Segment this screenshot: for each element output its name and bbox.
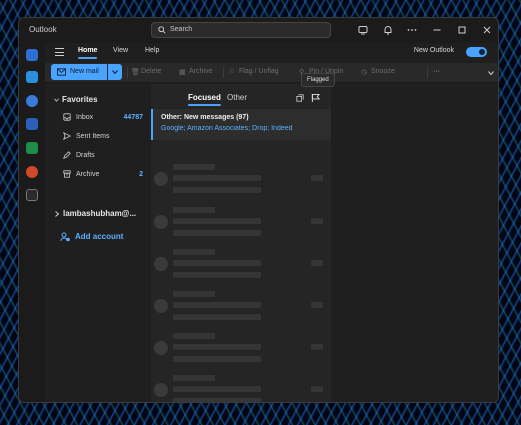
archive-icon: [63, 170, 71, 178]
message-subject: Other: New messages (97): [161, 114, 249, 121]
new-outlook-toggle[interactable]: [466, 47, 487, 57]
account-name[interactable]: lambashubham@...: [63, 209, 136, 218]
more-commands-button[interactable]: ···: [433, 68, 440, 75]
more-options-icon[interactable]: [407, 25, 417, 35]
ribbon-toolbar: New mail 🗑 Delete ▦ Archive ⚐ Flag / Unf…: [45, 63, 498, 83]
search-placeholder: Search: [170, 26, 193, 33]
ribbon-tab-bar: Home View Help New Outlook: [45, 43, 498, 63]
powerpoint-app-icon[interactable]: [26, 166, 38, 178]
envelope-icon: [57, 68, 66, 76]
new-mail-label: New mail: [70, 68, 99, 75]
archive-button[interactable]: Archive: [189, 68, 212, 75]
flag-icon: ⚐: [229, 69, 236, 76]
archive-ribbon-icon: ▦: [179, 69, 186, 76]
delete-icon: 🗑: [131, 69, 140, 76]
more-apps-icon[interactable]: [26, 189, 38, 201]
folder-label: Archive: [76, 171, 100, 178]
tab-focused[interactable]: Focused: [188, 93, 221, 106]
ribbon-divider: [127, 67, 128, 78]
delete-button[interactable]: Delete: [141, 68, 161, 75]
new-mail-dropdown[interactable]: [108, 64, 122, 80]
maximize-icon[interactable]: [457, 25, 467, 35]
loading-placeholder-row: [151, 246, 331, 286]
expand-ribbon-icon[interactable]: [488, 71, 494, 75]
ribbon-divider: [223, 67, 224, 78]
tab-view[interactable]: View: [113, 47, 128, 54]
new-mail-button[interactable]: New mail: [51, 64, 107, 80]
message-preview: Google; Amazon Associates; Drop; Indeed: [161, 125, 293, 132]
folder-label: Inbox: [76, 114, 94, 121]
reading-pane: [331, 84, 498, 402]
minimize-icon[interactable]: [432, 25, 442, 35]
loading-placeholder-row: [151, 330, 331, 370]
ribbon-divider: [427, 67, 428, 78]
folder-label: Drafts: [76, 152, 95, 159]
chevron-down-icon[interactable]: [54, 98, 59, 102]
send-icon: [63, 132, 71, 140]
search-box[interactable]: Search: [151, 22, 331, 38]
title-bar: Outlook Search: [19, 18, 498, 43]
outlook-window: Outlook Search Home View Help New Outloo…: [18, 17, 499, 403]
app-rail: [19, 43, 45, 402]
app-title: Outlook: [29, 25, 57, 34]
tab-home[interactable]: Home: [78, 47, 98, 59]
chevron-right-icon[interactable]: [55, 211, 59, 217]
tab-other[interactable]: Other: [227, 93, 247, 102]
meet-now-icon[interactable]: [358, 25, 368, 35]
unread-count: 44787: [123, 114, 143, 121]
excel-app-icon[interactable]: [26, 142, 38, 154]
new-outlook-label: New Outlook: [413, 47, 454, 54]
bell-icon[interactable]: [383, 25, 393, 35]
loading-placeholder-row: [151, 161, 331, 201]
loading-placeholder-row: [151, 204, 331, 244]
loading-placeholder-row: [151, 288, 331, 328]
add-account-link[interactable]: Add account: [75, 232, 123, 241]
snooze-button[interactable]: Snooze: [371, 68, 395, 75]
folder-pane: Favorites Inbox 44787 Sent Items Drafts: [45, 84, 151, 402]
flagged-tooltip: Flagged: [301, 73, 335, 87]
hamburger-menu-icon[interactable]: [55, 48, 64, 56]
chevron-down-icon: [112, 70, 118, 74]
flag-filter-icon[interactable]: [311, 93, 320, 103]
people-app-icon[interactable]: [26, 95, 38, 107]
mail-app-icon[interactable]: [26, 49, 38, 61]
add-person-icon: [60, 232, 70, 242]
word-app-icon[interactable]: [26, 118, 38, 130]
select-messages-icon[interactable]: [296, 94, 304, 102]
loading-placeholder-row: [151, 372, 331, 402]
pencil-icon: [63, 151, 71, 159]
unread-count: 2: [139, 171, 143, 178]
inbox-icon: [63, 113, 71, 121]
folder-label: Sent Items: [76, 133, 110, 140]
close-icon[interactable]: [482, 25, 492, 35]
clock-icon: ◷: [361, 69, 368, 76]
tab-help[interactable]: Help: [145, 47, 159, 54]
message-item-other[interactable]: Other: New messages (97) Google; Amazon …: [151, 109, 331, 140]
calendar-app-icon[interactable]: [26, 71, 38, 83]
message-list: Focused Other Other: New messages (97) G…: [151, 84, 331, 402]
search-icon: [158, 26, 166, 34]
flag-unflag-button[interactable]: Flag / Unflag: [239, 68, 279, 75]
favorites-header[interactable]: Favorites: [62, 95, 98, 104]
